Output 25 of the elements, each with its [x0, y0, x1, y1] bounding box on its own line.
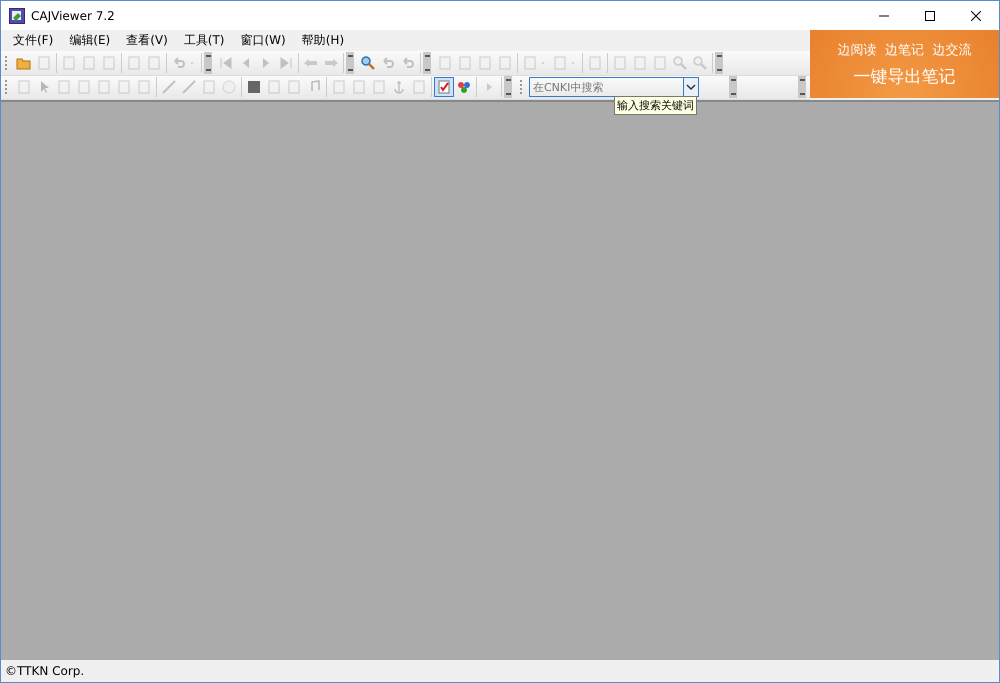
menu-item[interactable]: 窗口(W): [232, 30, 294, 52]
app-logo-icon: [9, 8, 25, 24]
toolbar-overflow-grip[interactable]: [423, 52, 431, 74]
toolbar-overflow-grip[interactable]: [204, 52, 212, 74]
banner-headline: 一键导出笔记: [854, 66, 956, 88]
toolbar-overflow-grip[interactable]: [715, 52, 723, 74]
toolbar-overflow-grip[interactable]: [798, 76, 806, 98]
menu-item[interactable]: 编辑(E): [61, 30, 118, 52]
search-field[interactable]: 在CNKI中搜索: [529, 77, 683, 98]
tooltip: 输入搜索关键词: [614, 96, 697, 115]
toolbar-overflow-grip[interactable]: [346, 52, 354, 74]
chevron-down-icon: [686, 82, 696, 92]
banner-slogan: 边阅读 边笔记 边交流: [838, 42, 972, 58]
maximize-icon: [925, 10, 935, 20]
menu-item[interactable]: 文件(F): [5, 30, 62, 52]
menu-item[interactable]: 查看(V): [118, 30, 176, 52]
menu-item[interactable]: 工具(T): [176, 30, 232, 52]
dropdown-button[interactable]: [683, 77, 699, 98]
toolbar-overflow-grip[interactable]: [729, 76, 737, 98]
menu-item[interactable]: 帮助(H): [294, 30, 352, 52]
notebook-icon[interactable]: [434, 77, 454, 98]
window-title: CAJViewer 7.2: [31, 8, 115, 22]
status-text: ©TTKN Corp.: [5, 664, 84, 678]
toolbar-overflow-grip[interactable]: [504, 76, 512, 98]
close-icon: [971, 10, 981, 20]
